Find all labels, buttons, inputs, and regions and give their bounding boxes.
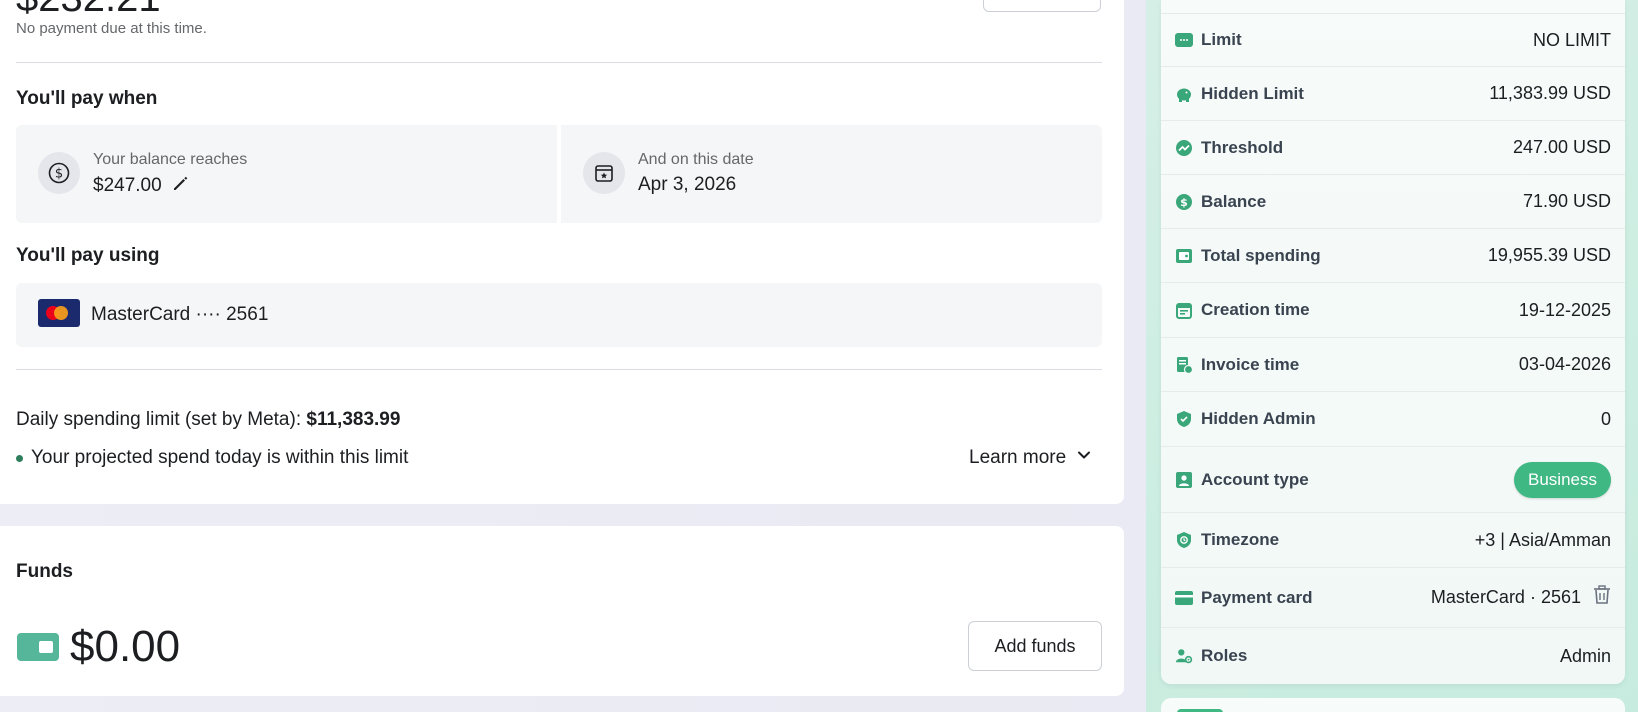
chevron-down-icon bbox=[1076, 447, 1092, 469]
payment-card-text: MasterCard ···· 2561 bbox=[91, 304, 269, 325]
row-label: Hidden Admin bbox=[1201, 409, 1316, 428]
pay-when-title: You'll pay when bbox=[16, 88, 158, 109]
funds-amount: $0.00 bbox=[70, 622, 181, 671]
calendar-star-icon bbox=[583, 152, 625, 194]
date-value: Apr 3, 2026 bbox=[638, 174, 737, 195]
calendar-icon bbox=[1175, 301, 1193, 319]
account-icon bbox=[1175, 471, 1193, 489]
balance-label: Your balance reaches bbox=[93, 151, 248, 168]
roles-icon bbox=[1175, 647, 1193, 665]
date-label: And on this date bbox=[638, 151, 754, 168]
add-funds-button[interactable]: Add funds bbox=[968, 621, 1102, 671]
balance-value-row: $247.00 bbox=[93, 174, 190, 198]
dollar-icon: $ bbox=[1175, 193, 1193, 211]
next-card bbox=[1161, 698, 1625, 712]
daily-limit-text: Daily spending limit (set by Meta): $11,… bbox=[16, 409, 400, 431]
date-threshold-box: And on this date Apr 3, 2026 bbox=[561, 125, 1102, 223]
row-hidden-admin: Hidden Admin 0 bbox=[1161, 392, 1625, 447]
pay-using-title: You'll pay using bbox=[16, 245, 160, 266]
no-payment-note: No payment due at this time. bbox=[16, 20, 207, 37]
row-total-spending: Total spending 19,955.39 USD bbox=[1161, 229, 1625, 283]
row-label: Total spending bbox=[1201, 245, 1321, 265]
learn-more-button[interactable]: Learn more bbox=[969, 447, 1092, 469]
row-value: 0 bbox=[1600, 408, 1611, 429]
card-icon bbox=[1175, 589, 1193, 607]
edit-pencil-icon[interactable] bbox=[172, 174, 190, 198]
timezone-icon bbox=[1175, 531, 1193, 549]
row-value: NO LIMIT bbox=[1532, 29, 1611, 50]
balance-value: $247.00 bbox=[93, 175, 162, 196]
billing-card: $232.21 No payment due at this time. You… bbox=[0, 0, 1124, 504]
account-type-badge: Business bbox=[1514, 461, 1611, 498]
row-label: Payment card bbox=[1201, 587, 1313, 607]
top-action-button[interactable] bbox=[983, 0, 1101, 12]
shield-icon bbox=[1175, 410, 1193, 428]
row-label: Creation time bbox=[1201, 300, 1310, 319]
payment-method-row[interactable]: MasterCard ···· 2561 bbox=[16, 283, 1102, 347]
divider bbox=[16, 369, 1102, 370]
amount-due: $232.21 bbox=[16, 0, 161, 18]
row-balance: $ Balance 71.90 USD bbox=[1161, 175, 1625, 229]
daily-limit-prefix: Daily spending limit (set by Meta): bbox=[16, 409, 302, 430]
funds-card: Funds $0.00 Add funds bbox=[0, 526, 1124, 696]
invoice-icon bbox=[1175, 356, 1193, 374]
row-value: 19,955.39 USD bbox=[1487, 245, 1611, 265]
row-value: MasterCard · 2561 bbox=[1430, 587, 1581, 607]
piggy-bank-icon bbox=[1175, 85, 1193, 103]
row-account-type: Account type Business bbox=[1161, 447, 1625, 513]
row-label: Balance bbox=[1201, 191, 1267, 211]
threshold-icon bbox=[1175, 139, 1193, 157]
projected-spend-text: Your projected spend today is within thi… bbox=[31, 447, 409, 468]
account-info-panel: Limit NO LIMIT Hidden Limit 11,383.99 US… bbox=[1161, 0, 1625, 684]
wallet-icon bbox=[1175, 247, 1193, 265]
wallet-icon bbox=[17, 633, 59, 661]
row-threshold: Threshold 247.00 USD bbox=[1161, 121, 1625, 175]
row-label: Roles bbox=[1201, 646, 1248, 665]
divider bbox=[16, 62, 1102, 63]
row-value: +3 | Asia/Amman bbox=[1474, 529, 1611, 550]
row-value: 11,383.99 USD bbox=[1489, 83, 1611, 103]
row-payment-card: Payment card MasterCard · 2561 bbox=[1161, 568, 1625, 628]
daily-limit-value: $11,383.99 bbox=[306, 409, 401, 430]
status-dot-icon bbox=[16, 454, 23, 462]
row-limit: Limit NO LIMIT bbox=[1161, 14, 1625, 67]
limit-icon bbox=[1175, 31, 1193, 49]
row-creation-time: Creation time 19-12-2025 bbox=[1161, 283, 1625, 338]
row-label: Account type bbox=[1201, 469, 1309, 489]
row-label: Hidden Limit bbox=[1201, 83, 1304, 103]
row-label: Timezone bbox=[1201, 530, 1280, 549]
mastercard-logo-icon bbox=[38, 299, 80, 327]
balance-threshold-box: $ Your balance reaches $247.00 bbox=[16, 125, 557, 223]
row-value: 19-12-2025 bbox=[1518, 299, 1611, 320]
projected-spend-line: Your projected spend today is within thi… bbox=[16, 447, 408, 469]
row-value: Admin bbox=[1559, 645, 1611, 666]
svg-text:$: $ bbox=[55, 167, 63, 182]
row-timezone: Timezone +3 | Asia/Amman bbox=[1161, 513, 1625, 568]
row-hidden-limit: Hidden Limit 11,383.99 USD bbox=[1161, 67, 1625, 121]
trash-icon[interactable] bbox=[1593, 585, 1611, 610]
learn-more-label: Learn more bbox=[969, 447, 1067, 468]
row-label: Limit bbox=[1201, 30, 1242, 49]
row-value: 247.00 USD bbox=[1512, 137, 1611, 157]
row-roles: Roles Admin bbox=[1161, 628, 1625, 684]
page: $232.21 No payment due at this time. You… bbox=[0, 0, 1638, 712]
row-invoice-time: Invoice time 03-04-2026 bbox=[1161, 338, 1625, 392]
funds-title: Funds bbox=[16, 561, 73, 582]
row-label: Invoice time bbox=[1201, 354, 1300, 374]
row-value: 71.90 USD bbox=[1522, 191, 1611, 211]
row-label: Threshold bbox=[1201, 137, 1284, 157]
svg-text:$: $ bbox=[1180, 196, 1188, 209]
dollar-circle-icon: $ bbox=[38, 152, 80, 194]
row-value: 03-04-2026 bbox=[1518, 354, 1611, 374]
